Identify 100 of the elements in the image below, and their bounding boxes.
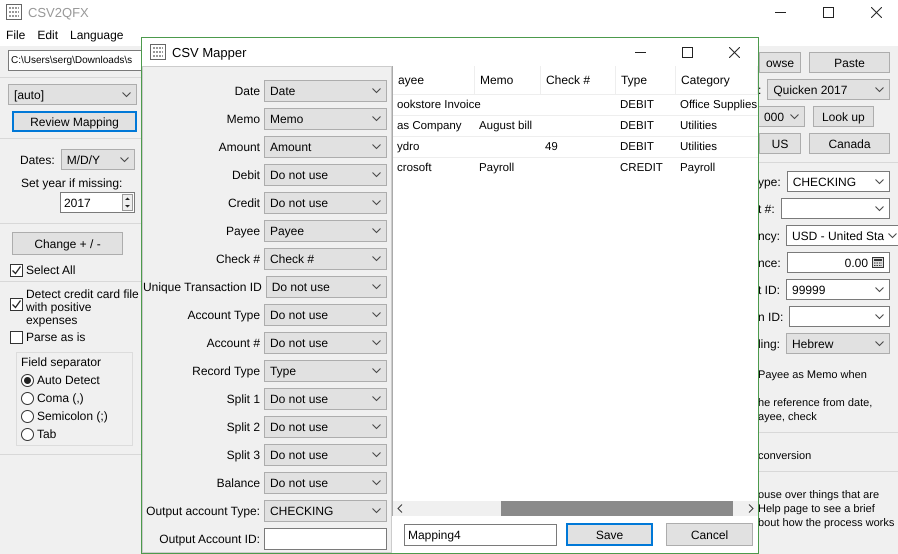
mapping-dropdown[interactable]: Amount [264,136,387,158]
field-label: Output Account ID: [159,532,260,546]
help-text: conversion [758,449,812,463]
help-text: ayee, check [758,410,818,424]
field-label: Amount [218,140,260,154]
caret-icon [372,312,381,318]
caret-icon [372,452,381,458]
table-cell: crosoft [397,162,432,174]
dropdown[interactable] [789,306,890,327]
change-sign-button[interactable]: Change + / - [12,232,123,255]
dropdown[interactable]: USD - United Sta [786,225,898,246]
button[interactable]: Canada [809,133,890,154]
spin-icon[interactable] [122,194,133,211]
dropdown[interactable]: 99999 [786,279,890,300]
dropdown[interactable] [780,198,890,219]
mapping-dropdown[interactable]: Date [264,80,387,102]
radio-button[interactable] [21,374,34,386]
year-spinner[interactable]: 2017 [60,192,135,213]
button[interactable]: Cancel [666,523,753,546]
table-cell: Utilities [680,141,718,153]
button[interactable]: owse [759,52,801,73]
table-cell: ydro [397,141,420,153]
calculator-icon[interactable] [872,257,884,268]
table-cell: ookstore Invoice [397,99,481,111]
input-field[interactable] [264,528,387,550]
caret-icon [372,284,381,290]
mapping-dropdown[interactable]: Do not use [264,388,387,410]
mapping-dropdown[interactable]: Do not use [264,444,387,466]
column-header[interactable]: Type [616,66,676,94]
dropdown[interactable]: CHECKING [786,171,890,192]
scroll-right-icon[interactable] [748,504,754,513]
caret-icon [372,340,381,346]
caret-icon [875,340,884,346]
button[interactable]: US [759,133,801,154]
field-label: ncy: [758,228,780,242]
field-label: Payee [226,224,260,238]
field-label: ype: [758,174,781,188]
field-label: Output account Type: [146,504,260,518]
checkbox[interactable] [10,264,23,276]
app-icon [150,44,166,60]
maximize-icon[interactable] [823,6,834,18]
button[interactable]: Look up [813,106,874,127]
checkbox[interactable] [10,331,23,344]
mapping-dropdown[interactable]: Do not use [264,304,387,326]
mapping-dropdown[interactable]: Do not use [264,416,387,438]
table-cell: Utilities [680,120,718,132]
caret-icon [875,206,884,212]
field-label: Dates: [20,152,55,166]
dropdown[interactable]: 000 [758,106,805,127]
mapping-dropdown[interactable]: Type [264,360,387,382]
radio-label: Coma (,) [37,391,84,405]
menu-item[interactable]: Edit [37,28,58,42]
checkbox[interactable] [10,298,23,311]
close-icon[interactable] [729,46,740,58]
button[interactable]: Paste [809,52,890,73]
caret-icon [372,172,381,178]
checkbox-label: Detect credit card file with positive expenses [26,288,140,327]
maximize-icon[interactable] [682,46,693,58]
radio-button[interactable] [21,428,34,440]
field-label: Debit [232,168,260,182]
radio-label: Auto Detect [37,373,100,387]
help-text: Payee as Memo when [758,368,868,382]
format-dropdown[interactable]: [auto] [8,84,137,105]
dropdown[interactable]: Quicken 2017 [767,79,890,100]
mapping-dropdown[interactable]: Do not use [264,164,387,186]
radio-label: Semicolon (;) [37,409,108,423]
mapping-dropdown[interactable]: Check # [264,248,387,270]
horizontal-scrollbar[interactable] [393,501,758,516]
field-label: : [758,82,762,96]
mapping-dropdown[interactable]: Do not use [264,332,387,354]
column-header[interactable]: Memo [475,66,541,94]
number-field[interactable]: 0.00 [786,252,890,273]
scroll-left-icon[interactable] [397,504,403,513]
mapping-dropdown[interactable]: Do not use [264,472,387,494]
mapping-dropdown[interactable]: Do not use [264,192,387,214]
radio-button[interactable] [21,410,34,422]
close-icon[interactable] [871,6,882,18]
table-cell: Payroll [479,162,514,174]
menu-item[interactable]: Language [70,28,124,42]
mapping-dropdown[interactable]: Memo [264,108,387,130]
date-format-dropdown[interactable]: M/D/Y [60,149,135,170]
column-header[interactable]: Category [676,66,758,94]
mapping-name-field[interactable]: Mapping4 [404,524,557,546]
table-cell: DEBIT [620,99,654,111]
dialog-title: CSV Mapper [172,44,246,60]
column-header[interactable]: ayee [393,66,475,94]
caret-icon [372,256,381,262]
field-label: Unique Transaction ID [143,280,262,294]
path-field[interactable]: C:\Users\serg\Downloads\s [8,50,141,71]
column-header[interactable]: Check # [541,66,616,94]
dropdown[interactable]: Hebrew [786,333,890,354]
mapping-dropdown[interactable]: CHECKING [264,500,387,522]
caret-icon [122,92,131,98]
mapping-dropdown[interactable]: Do not use [266,276,387,298]
menu-item[interactable]: File [6,28,26,42]
radio-button[interactable] [21,392,34,404]
mapping-dropdown[interactable]: Payee [264,220,387,242]
review-mapping-button[interactable]: Review Mapping [12,111,137,132]
button[interactable]: Save [566,523,653,546]
field-label: Split 1 [226,392,260,406]
